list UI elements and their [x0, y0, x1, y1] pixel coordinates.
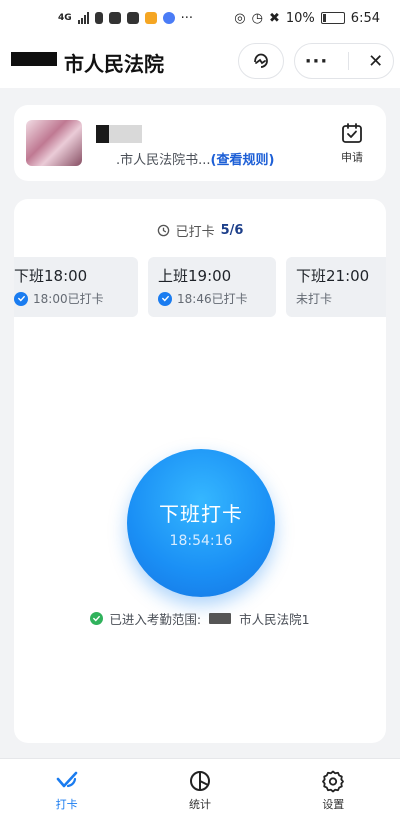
range-location: 市人民法院1: [239, 612, 310, 627]
calendar-check-icon: [342, 123, 362, 143]
capsule-menu: ··· ✕: [294, 43, 394, 79]
check-icon: [56, 771, 77, 788]
bottom-tab-bar: 打卡 统计 设置: [0, 758, 400, 817]
tab-label: 统计: [188, 798, 211, 811]
view-rules-link[interactable]: (查看规则): [211, 153, 275, 168]
clock-out-button[interactable]: 下班打卡 18:54:16: [127, 449, 275, 597]
signal-icon: [77, 12, 89, 24]
app-notification-icon: [126, 12, 139, 24]
tab-label: 设置: [322, 798, 345, 811]
shift-item[interactable]: 下班18:00 18:00已打卡: [14, 257, 138, 317]
shift-title: 下班21:00: [296, 267, 370, 285]
status-left: 4G ···: [58, 11, 193, 26]
apply-button[interactable]: 申请: [330, 121, 374, 165]
shift-status-text: 18:00已打卡: [33, 292, 104, 306]
redacted-region: [11, 52, 57, 66]
mute-icon: ✖: [268, 10, 280, 26]
alarm-icon: ◷: [251, 10, 263, 26]
more-notifications: ···: [180, 10, 194, 26]
done-check-icon: [158, 291, 172, 306]
shift-status: 18:00已打卡: [14, 290, 128, 307]
punch-button-time: 18:54:16: [169, 532, 233, 549]
redacted-region: [209, 613, 232, 624]
tab-settings[interactable]: 设置: [267, 759, 400, 817]
shift-status: 18:46已打卡: [158, 290, 266, 307]
org-name: .市人民法院书...: [116, 153, 211, 168]
punch-summary: 已打卡 5/6: [14, 221, 386, 240]
shift-item[interactable]: 上班19:00 18:46已打卡: [148, 257, 276, 317]
shift-status: 未打卡: [296, 290, 386, 307]
assistant-button[interactable]: [238, 43, 284, 79]
avatar: [26, 120, 82, 166]
apply-label: 申请: [341, 151, 363, 164]
done-check-icon: [14, 291, 28, 306]
page-title: 市人民法院: [64, 52, 164, 76]
sim-icon: [94, 12, 103, 24]
shift-status-text: 18:46已打卡: [177, 292, 248, 306]
battery-percent: 10%: [285, 10, 315, 26]
shift-title: 下班18:00: [14, 267, 88, 285]
attendance-range-status: 已进入考勤范围: 市人民法院1: [14, 609, 386, 628]
ellipsis-icon[interactable]: ···: [305, 51, 329, 72]
punch-summary-label: 已打卡: [175, 225, 215, 240]
shift-item[interactable]: 下班21:00 未打卡: [286, 257, 386, 317]
range-prefix: 已进入考勤范围:: [109, 612, 202, 627]
clock: 6:54: [350, 10, 380, 26]
punch-summary-count: 5/6: [220, 223, 244, 238]
gear-icon: [322, 770, 345, 793]
tab-punch[interactable]: 打卡: [0, 759, 133, 817]
notification-bell-icon: [108, 12, 121, 24]
status-right: ◎ ◷ ✖ 10% 6:54: [234, 11, 380, 26]
success-check-icon: [90, 612, 104, 625]
close-icon[interactable]: ✕: [368, 51, 383, 72]
tab-statistics[interactable]: 统计: [133, 759, 266, 817]
shift-status-text: 未打卡: [296, 292, 333, 306]
attendance-group: .市人民法院书...(查看规则): [116, 149, 274, 168]
status-bar: 4G ··· ◎ ◷ ✖ 10% 6:54: [0, 0, 400, 36]
punch-card: 已打卡 5/6 下班18:00 18:00已打卡 上班19:00 18:46已打…: [14, 199, 386, 743]
clock-icon: [157, 224, 169, 237]
punch-button-label: 下班打卡: [159, 501, 243, 526]
tab-label: 打卡: [55, 798, 78, 811]
redacted-name: [96, 125, 142, 143]
eye-icon: ◎: [234, 10, 246, 26]
network-label: 4G: [58, 13, 72, 23]
battery-icon: [320, 12, 345, 24]
music-app-icon: [162, 12, 175, 24]
profile-card: .市人民法院书...(查看规则) 申请: [14, 105, 386, 181]
assistant-icon: [254, 53, 268, 68]
shift-title: 上班19:00: [158, 267, 232, 285]
pie-chart-icon: [189, 771, 210, 791]
capsule-divider: [347, 52, 349, 70]
video-app-icon: [144, 12, 157, 24]
app-header: 市人民法院 ··· ✕: [0, 36, 400, 88]
